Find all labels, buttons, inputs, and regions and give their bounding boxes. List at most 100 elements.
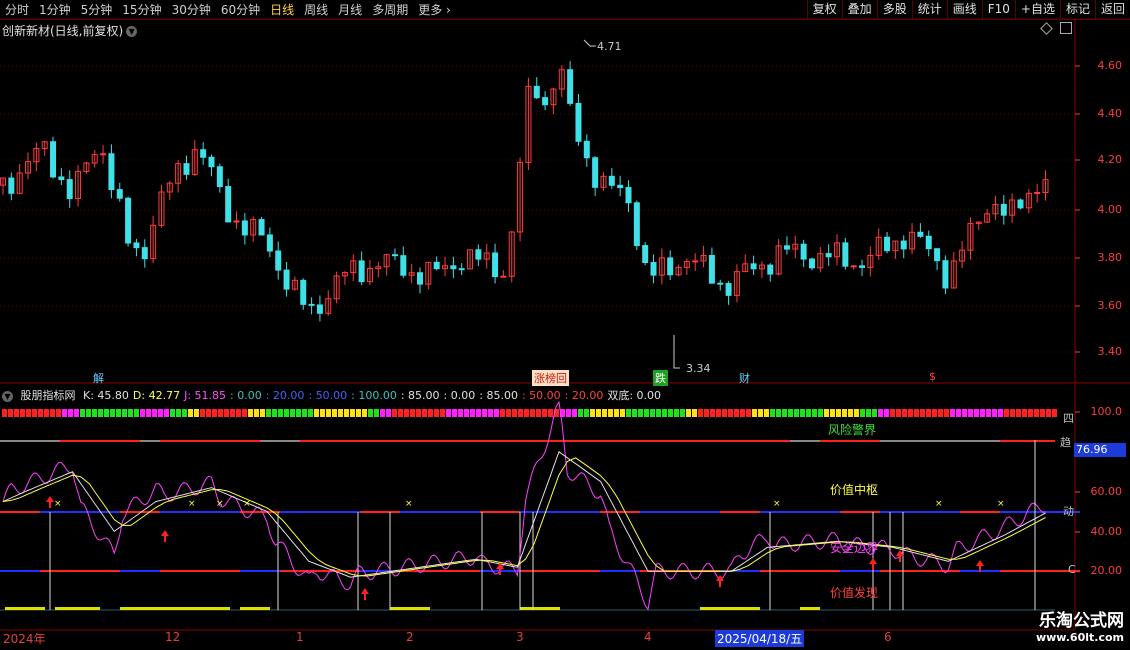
cursor-readout: 76.96 (1074, 443, 1126, 457)
toolbar-button[interactable]: 复权 (806, 0, 842, 19)
signal-cell (908, 409, 913, 417)
candle-body (175, 163, 182, 184)
event-mark[interactable]: 财 (737, 370, 752, 386)
indicator-value: : 50.00 (308, 389, 348, 402)
signal-cell (692, 409, 697, 417)
signal-cell (626, 409, 631, 417)
event-mark[interactable]: $ (927, 370, 938, 383)
signal-cell (872, 409, 877, 417)
candle-body (475, 249, 482, 260)
period-tab[interactable]: 更多 › (413, 1, 456, 18)
signal-cell (398, 409, 403, 417)
period-tab[interactable]: 日线 (265, 1, 299, 18)
signal-cell (986, 409, 991, 417)
baseline-block (5, 607, 45, 610)
stock-title[interactable]: 创新新材(日线,前复权) ▼ (2, 22, 138, 39)
signal-cell (620, 409, 625, 417)
signal-cell (200, 409, 205, 417)
candle-body (842, 242, 849, 267)
toolbar-button[interactable]: 统计 (911, 0, 947, 19)
d-line (2, 457, 1046, 577)
candle-body (442, 265, 449, 270)
signal-cell (92, 409, 97, 417)
signal-cell (194, 409, 199, 417)
candle-body (500, 275, 507, 278)
date-label: 4 (644, 630, 652, 644)
candle-body (308, 303, 315, 306)
signal-cell (614, 409, 619, 417)
event-mark[interactable]: 跌 (653, 370, 668, 386)
event-mark[interactable]: 解 (91, 370, 106, 386)
signal-cell (782, 409, 787, 417)
period-tab[interactable]: 多周期 (367, 1, 413, 18)
period-tab[interactable]: 60分钟 (216, 1, 265, 18)
event-mark[interactable]: 涨榜回 (532, 370, 569, 386)
signal-cell (338, 409, 343, 417)
candle-body (200, 149, 207, 158)
candlestick-chart[interactable]: 4.71 3.34 × × × × × × × × (0, 0, 1130, 650)
signal-cell (854, 409, 859, 417)
candle-body (817, 253, 824, 269)
candle-body (608, 175, 615, 186)
candle-body (658, 257, 665, 276)
signal-cell (428, 409, 433, 417)
signal-cell (110, 409, 115, 417)
toolbar-button[interactable]: 画线 (946, 0, 982, 19)
chevron-down-icon[interactable]: ▼ (126, 26, 138, 37)
indicator-name[interactable]: 股朋指标网 (21, 389, 76, 402)
candle-body (642, 245, 649, 264)
period-tab[interactable]: 分时 (0, 1, 34, 18)
signal-cell (158, 409, 163, 417)
period-tab[interactable]: 5分钟 (76, 1, 118, 18)
indicator-tick: 20.00 (1090, 564, 1123, 577)
candle-body (917, 231, 924, 237)
candle-body (433, 261, 440, 270)
signal-cell (68, 409, 73, 417)
indicator-header: ▼ 股朋指标网 K: 45.80 D: 42.77 J: 51.85: 0.00: … (2, 387, 669, 403)
chevron-down-icon[interactable]: ▼ (2, 390, 13, 402)
signal-cell (494, 409, 499, 417)
candle-body (58, 176, 65, 181)
signal-cell (638, 409, 643, 417)
signal-cell (770, 409, 775, 417)
candle-body (375, 266, 382, 270)
signal-cell (992, 409, 997, 417)
signal-cell (632, 409, 637, 417)
signal-cell (164, 409, 169, 417)
right-tag: 四 (1063, 412, 1074, 425)
signal-cell (1046, 409, 1051, 417)
signal-cell (326, 409, 331, 417)
signal-cell (902, 409, 907, 417)
buy-arrow-icon (161, 530, 169, 542)
toolbar-button[interactable]: 标记 (1059, 0, 1095, 19)
toolbar-button[interactable]: +自选 (1014, 0, 1060, 19)
window-icon[interactable] (1060, 22, 1072, 34)
signal-cell (974, 409, 979, 417)
candle-body (291, 279, 298, 290)
period-tab[interactable]: 周线 (299, 1, 333, 18)
signal-cell (116, 409, 121, 417)
diamond-icon[interactable] (1040, 22, 1053, 35)
buy-arrow-icon (496, 563, 504, 575)
cross-mark-icon: × (188, 499, 196, 509)
zone-label: 价值中枢 (830, 483, 879, 497)
candle-body (758, 264, 765, 270)
signal-cell (206, 409, 211, 417)
candle-body (508, 231, 515, 277)
signal-cell (122, 409, 127, 417)
period-tab[interactable]: 1分钟 (34, 1, 76, 18)
toolbar-button[interactable]: F10 (981, 0, 1015, 19)
indicator-value: : 100.00 (351, 389, 397, 402)
toolbar-button[interactable]: 返回 (1094, 0, 1130, 19)
period-tab[interactable]: 15分钟 (117, 1, 166, 18)
candle-body (216, 166, 223, 188)
signal-cell (710, 409, 715, 417)
signal-cell (968, 409, 973, 417)
toolbar-button[interactable]: 叠加 (841, 0, 877, 19)
signal-cell (404, 409, 409, 417)
toolbar-button[interactable]: 多股 (876, 0, 912, 19)
period-tab[interactable]: 月线 (333, 1, 367, 18)
candle-body (992, 203, 999, 215)
period-tab[interactable]: 30分钟 (167, 1, 216, 18)
candle-body (650, 262, 657, 276)
